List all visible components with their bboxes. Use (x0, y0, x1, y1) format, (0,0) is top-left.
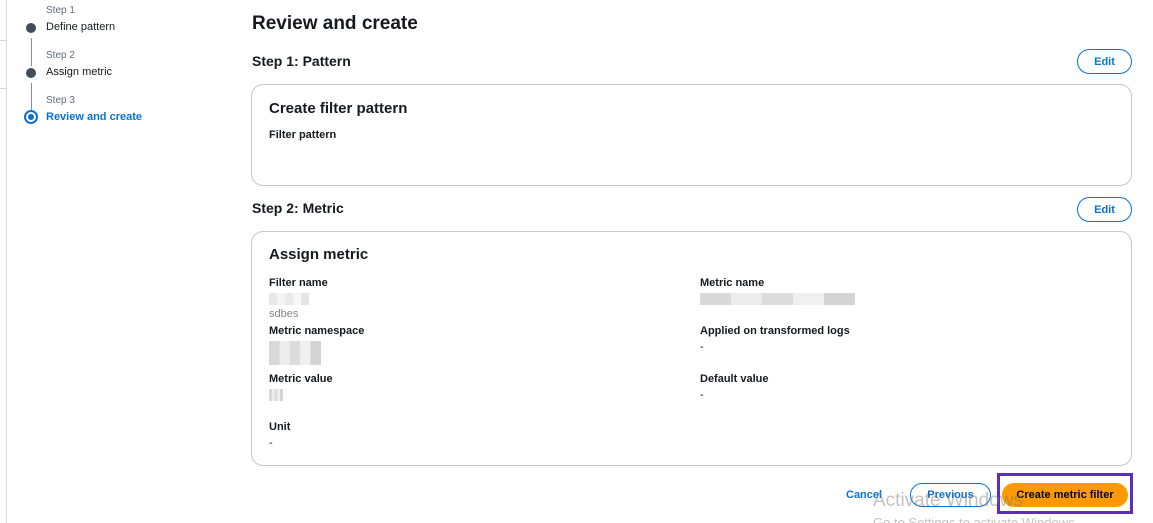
unit-value: - (269, 437, 273, 449)
metric-value-field: Metric value (269, 373, 333, 402)
step1-heading: Step 1: Pattern (252, 53, 351, 69)
step-3-number: Step 3 (46, 95, 75, 106)
filter-name-redacted (269, 293, 309, 306)
step-3-active-indicator-icon (24, 110, 38, 124)
page-title: Review and create (252, 13, 418, 34)
create-metric-filter-button[interactable]: Create metric filter (1002, 483, 1128, 507)
assign-metric-card: Assign metric Filter name sdbes Metric n… (251, 231, 1132, 466)
edit-pattern-button[interactable]: Edit (1077, 49, 1132, 74)
metric-name-field: Metric name (700, 277, 855, 306)
step-connector (31, 38, 32, 66)
metric-namespace-label: Metric namespace (269, 325, 365, 337)
filter-pattern-field: Filter pattern (269, 129, 336, 158)
metric-value-value (269, 389, 333, 402)
step-1-indicator-icon (26, 23, 36, 33)
metric-name-value (700, 293, 855, 306)
activate-windows-subtext: Go to Settings to activate Windows. (873, 515, 1079, 523)
applied-on-transformed-logs-field: Applied on transformed logs - (700, 325, 850, 354)
metric-value-label: Metric value (269, 373, 333, 385)
default-value-label: Default value (700, 373, 769, 385)
cancel-button[interactable]: Cancel (846, 485, 882, 505)
step-2-number: Step 2 (46, 50, 75, 61)
unit-field: Unit - (269, 421, 290, 450)
step2-heading: Step 2: Metric (252, 200, 344, 216)
step-connector (31, 83, 32, 111)
filter-pattern-card-title: Create filter pattern (269, 100, 408, 117)
step-3-title: Review and create (46, 111, 142, 123)
step-1-title[interactable]: Define pattern (46, 21, 115, 33)
filter-name-text: sdbes (269, 308, 299, 320)
previous-button[interactable]: Previous (910, 483, 991, 507)
filter-name-label: Filter name (269, 277, 328, 289)
metric-namespace-redacted (269, 341, 321, 365)
filter-pattern-value (269, 145, 336, 158)
step-2-title[interactable]: Assign metric (46, 66, 112, 78)
edit-metric-button[interactable]: Edit (1077, 197, 1132, 222)
filter-name-field: Filter name sdbes (269, 277, 328, 320)
metric-value-redacted (269, 389, 283, 402)
left-panel-edge (0, 0, 7, 523)
applied-on-transformed-logs-value: - (700, 341, 704, 353)
filter-pattern-card: Create filter pattern Filter pattern (251, 84, 1132, 186)
metric-namespace-value (269, 341, 364, 365)
step-2-indicator-icon (26, 68, 36, 78)
metric-name-label: Metric name (700, 277, 765, 289)
step-1-number: Step 1 (46, 5, 75, 16)
assign-metric-card-title: Assign metric (269, 246, 369, 263)
filter-pattern-label: Filter pattern (269, 129, 337, 141)
metric-name-redacted (700, 293, 855, 306)
metric-namespace-field: Metric namespace (269, 325, 364, 365)
default-value-value: - (700, 389, 704, 401)
default-value-field: Default value - (700, 373, 768, 402)
filter-name-value: sdbes (269, 293, 328, 320)
applied-on-transformed-logs-label: Applied on transformed logs (700, 325, 850, 337)
unit-label: Unit (269, 421, 291, 433)
